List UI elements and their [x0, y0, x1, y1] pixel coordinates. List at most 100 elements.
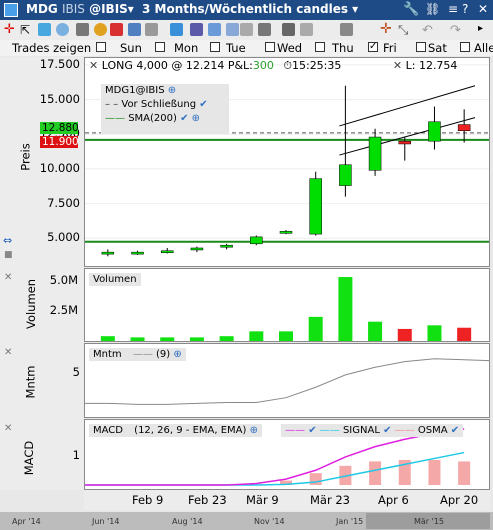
volume-bar: [279, 331, 293, 341]
checkbox-sat[interactable]: [416, 42, 426, 52]
candle-body: [457, 124, 471, 131]
candle-body: [368, 136, 382, 171]
volume-bar: [100, 336, 115, 341]
table-icon[interactable]: [282, 23, 295, 36]
day-label-thu: Thu: [332, 41, 354, 55]
volume-legend: Volumen: [89, 273, 141, 286]
checkbox-alle[interactable]: [460, 42, 470, 52]
close-panel-icon[interactable]: ✕: [4, 423, 12, 434]
position-line: ✕ LONG 4,000 @ 12.214 P&L:300 ⏱15:25:35 …: [89, 59, 458, 72]
candle-body: [428, 121, 441, 142]
pattern-icon[interactable]: [258, 23, 271, 36]
volume-panel: Volumen: [84, 268, 490, 342]
line-tool-icon[interactable]: [208, 23, 221, 36]
macd-panel: MACD (12, 26, 9 - EMA, EMA) ⊕ —— ✔ —— SI…: [84, 419, 490, 490]
volume-bar: [160, 337, 175, 341]
bars-icon[interactable]: [128, 23, 141, 36]
wrench-icon[interactable]: 🔧: [403, 2, 419, 17]
crosshair-icon[interactable]: ✛: [4, 22, 17, 37]
candle-body: [250, 236, 263, 245]
mntm-panel: Mntm —— (9) ⊕: [84, 343, 490, 418]
price-tag-green: 12.880: [40, 121, 79, 134]
volume-bar: [368, 321, 383, 341]
close-panel-icon[interactable]: ✕: [4, 347, 12, 358]
x-tick-label: Mär 23: [310, 493, 350, 507]
macd-tick-label: 1: [72, 447, 80, 462]
scroller-tick-label: Jun '14: [92, 517, 120, 526]
volume-bar: [189, 337, 204, 341]
refresh-icon[interactable]: [38, 23, 51, 36]
day-label-sat: Sat: [428, 41, 447, 55]
time-scroller[interactable]: Apr '14 Jun '14 Aug '14 Nov '14 Jan '15 Mär '…: [0, 512, 493, 530]
layout-icon[interactable]: [190, 23, 203, 36]
volume-axis-title: Volumen: [24, 278, 39, 330]
collapse-icon[interactable]: ▸: [478, 23, 491, 36]
chart-icon: [4, 3, 18, 17]
price-tag-red: 11.900: [40, 135, 79, 148]
day-label-wed: Wed: [277, 41, 303, 55]
price-legend: MDG1@IBIS ⊕ – – Vor Schließung ✔ —— SMA(…: [101, 84, 229, 134]
day-label-sun: Sun: [120, 41, 142, 55]
day-label-fri: Fri: [383, 41, 397, 55]
checkbox-mon[interactable]: [155, 42, 165, 52]
osma-bar: [428, 459, 441, 485]
volume-bar: [338, 277, 353, 341]
price-tick-label: 10.000: [39, 160, 80, 175]
day-label-alle: Alle: [474, 41, 493, 55]
candle-body: [279, 231, 293, 234]
checkbox-sun[interactable]: [96, 42, 106, 52]
text-tool-icon[interactable]: [170, 23, 183, 36]
menu-icon[interactable]: ≡: [448, 2, 458, 16]
volume-bar: [219, 336, 234, 341]
day-label-tue: Tue: [226, 41, 246, 55]
link-icon[interactable]: ⛓: [425, 2, 440, 16]
zoom-icon[interactable]: [56, 23, 69, 36]
checkbox-wed[interactable]: [265, 42, 275, 52]
print-icon[interactable]: [76, 23, 89, 36]
candle-body: [339, 164, 352, 186]
checkbox-fri[interactable]: ✓: [368, 42, 378, 52]
checkbox-thu[interactable]: [315, 42, 325, 52]
draw-icon[interactable]: ⤡: [398, 23, 411, 38]
close-icon[interactable]: ✕: [478, 2, 488, 16]
scroller-tick-label: Nov '14: [254, 517, 285, 526]
candle-body: [398, 140, 412, 145]
osma-bar: [309, 473, 322, 485]
checkbox-tue[interactable]: [210, 42, 220, 52]
symbol-label[interactable]: MDG IBIS @IBIS▾: [26, 2, 134, 16]
redo-icon[interactable]: ↷: [450, 23, 463, 38]
scroller-tick-label: Mär '15: [414, 517, 445, 526]
price-tick-label: 7.500: [47, 195, 80, 210]
alert-icon[interactable]: [110, 23, 123, 36]
grid-icon[interactable]: [145, 23, 158, 36]
trend-line-lower: [339, 117, 476, 156]
chart-type-icon[interactable]: [300, 23, 313, 36]
help-icon[interactable]: ?: [462, 2, 468, 16]
shape-icon[interactable]: [226, 23, 239, 36]
overlay-icon[interactable]: [340, 23, 353, 36]
candle-body: [220, 244, 233, 248]
volume-tick-label: 5.0M: [49, 272, 78, 287]
chart-toolbar: ✛ ⇱ ✛ ⤡ ↶ ↷ ▸: [0, 20, 493, 41]
candle-body: [190, 247, 204, 251]
lock-icon[interactable]: ■: [4, 250, 13, 260]
undo-icon[interactable]: ↶: [422, 23, 435, 38]
clock-icon[interactable]: [94, 23, 107, 36]
trades-show-label: Trades zeigen: [12, 41, 92, 55]
macd-legend: MACD (12, 26, 9 - EMA, EMA) ⊕: [89, 424, 262, 437]
mntm-axis-title: Mntm: [23, 365, 38, 399]
period-dropdown[interactable]: 3 Months/Wöchentlich candles ▾: [142, 2, 358, 16]
pointer-icon[interactable]: ✛: [380, 21, 393, 37]
fib-icon[interactable]: [240, 23, 253, 36]
volume-bar: [457, 327, 472, 341]
mntm-legend: Mntm —— (9) ⊕: [89, 348, 186, 361]
trade-days-row: Trades zeigen Sun Mon Tue Wed Thu ✓ Fri Sat Alle: [0, 40, 493, 56]
osma-bar: [369, 461, 382, 485]
price-panel: ✕ LONG 4,000 @ 12.214 P&L:300 ⏱15:25:35 …: [84, 57, 490, 267]
price-axis-title: Preis: [18, 143, 33, 171]
macd-axis-title: MACD: [22, 440, 37, 476]
expand-icon[interactable]: ⇔: [3, 234, 12, 247]
osma-bar: [458, 461, 471, 485]
arrow-icon[interactable]: ⇱: [20, 23, 33, 37]
close-panel-icon[interactable]: ✕: [4, 272, 12, 283]
